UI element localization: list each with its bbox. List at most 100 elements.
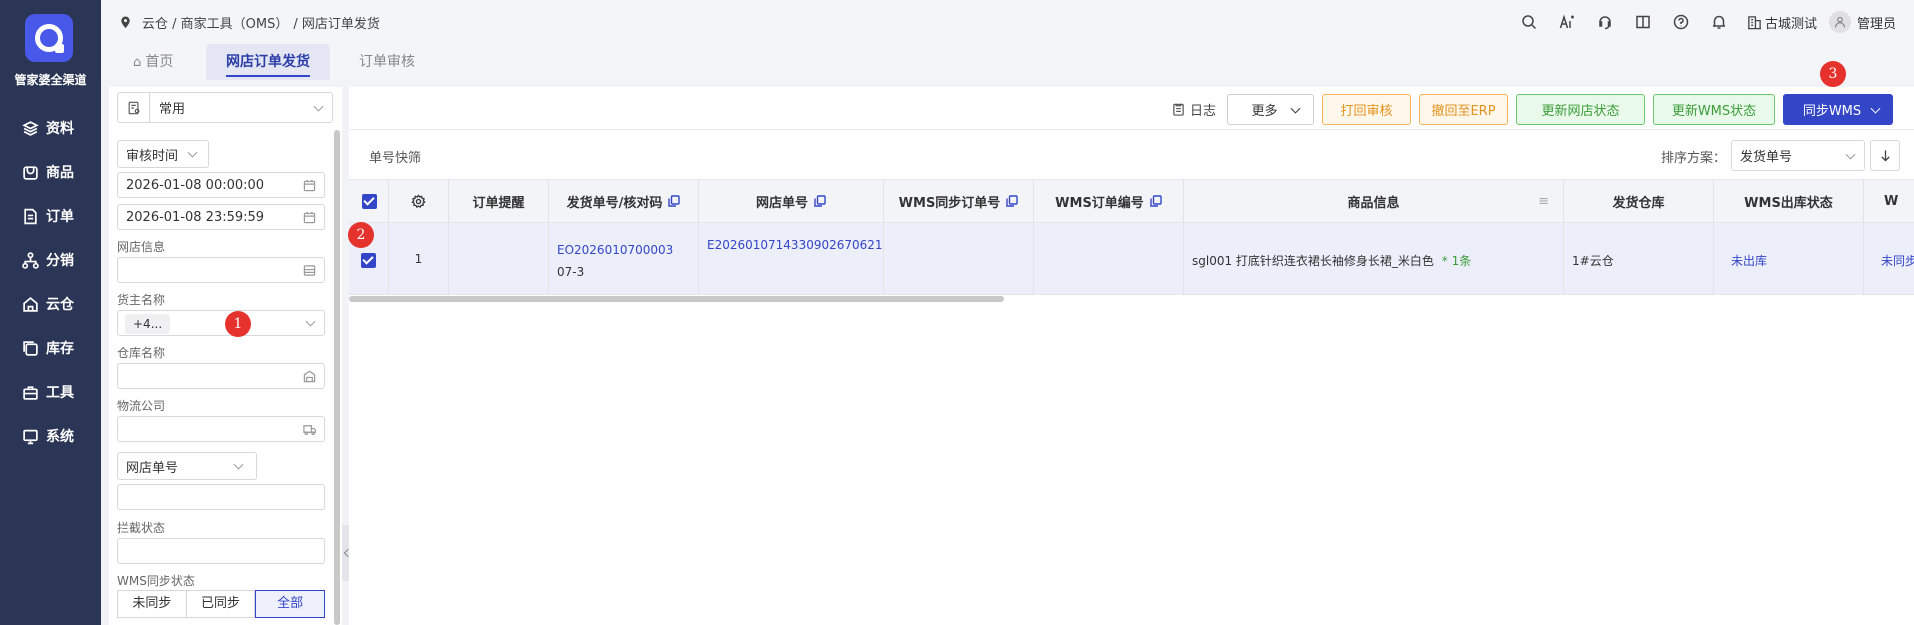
copy-icon[interactable]: [814, 195, 826, 207]
row-index: 1: [389, 223, 449, 294]
book-icon[interactable]: [1635, 14, 1651, 30]
menu-icon[interactable]: ≡: [1538, 194, 1549, 209]
goods-count: * 1条: [1441, 254, 1472, 268]
log-button[interactable]: 日志: [1165, 94, 1223, 125]
nav-item-data[interactable]: 资料: [0, 110, 101, 146]
select-all-checkbox[interactable]: [362, 194, 377, 209]
revoke-to-erp-button[interactable]: 撤回至ERP: [1419, 94, 1508, 125]
shop-switcher[interactable]: 古城测试: [1747, 13, 1817, 32]
warehouse-input[interactable]: [117, 363, 325, 389]
calendar-icon: [303, 179, 316, 192]
order-number-input[interactable]: [117, 484, 325, 510]
header-settings-cell: [389, 180, 449, 222]
chevron-down-icon: [313, 101, 324, 112]
tab-label: 网店订单发货: [226, 54, 310, 70]
wms-sync-option-synced[interactable]: 已同步: [186, 590, 256, 618]
start-time-value: 2026-01-08 00:00:00: [126, 178, 265, 193]
header-warehouse[interactable]: 发货仓库: [1564, 180, 1714, 222]
avatar[interactable]: [1828, 11, 1851, 33]
nav-item-inventory[interactable]: 库存: [0, 330, 101, 366]
warehouse-value: 1#云仓: [1572, 254, 1614, 268]
row-warehouse-cell: 1#云仓: [1564, 223, 1714, 294]
logistics-input[interactable]: [117, 416, 325, 442]
bell-icon[interactable]: [1711, 14, 1727, 30]
order-type-value: 网店单号: [126, 460, 179, 476]
goods-info: sgl001 打底针织连衣裙长袖修身长裙_米白色 * 1条: [1192, 252, 1471, 269]
return-review-button[interactable]: 打回审核: [1322, 94, 1411, 125]
shop-no-link[interactable]: E20260107143309026706215: [707, 238, 883, 252]
chevron-down-icon: [1845, 149, 1856, 160]
header-wms-order-no[interactable]: WMS订单编号: [1034, 180, 1184, 222]
header-shop-no[interactable]: 网店单号: [699, 180, 884, 222]
headset-icon[interactable]: [1597, 14, 1613, 30]
nav-item-system[interactable]: 系统: [0, 418, 101, 454]
nav-item-label: 资料: [46, 121, 74, 137]
sort-direction-button[interactable]: [1870, 140, 1900, 171]
delivery-no-link[interactable]: EO2026010700003: [557, 243, 673, 257]
app-logo[interactable]: [25, 14, 73, 62]
copy-icon[interactable]: [1006, 195, 1019, 207]
top-bar: 云仓 / 商家工具（OMS） / 网店订单发货 古城测试 管理员: [101, 0, 1914, 44]
user-name[interactable]: 管理员: [1857, 13, 1896, 32]
sort-scheme-select[interactable]: 发货单号: [1731, 140, 1865, 171]
sync-wms-button[interactable]: 同步WMS: [1783, 94, 1893, 125]
calendar-icon: [303, 211, 316, 224]
wms-sync-toggle: 未同步 已同步 全部: [117, 590, 326, 618]
shop-info-input[interactable]: [117, 257, 325, 283]
chevron-down-icon: [305, 316, 316, 327]
header-wms-sync-no[interactable]: WMS同步订单号: [884, 180, 1034, 222]
intercept-label: 拦截状态: [117, 521, 166, 535]
nav-item-goods[interactable]: 商品: [0, 154, 101, 190]
owner-select[interactable]: +4...: [117, 310, 325, 336]
header-goods[interactable]: 商品信息 ≡: [1184, 180, 1564, 222]
wms-out-status[interactable]: 未出库: [1731, 252, 1767, 269]
cloud-warehouse-icon: [23, 296, 38, 312]
annotation-badge-1: 1: [225, 311, 251, 337]
layers-icon: [22, 120, 39, 136]
sync-wms-label: 同步WMS: [1802, 104, 1862, 119]
update-shop-status-button[interactable]: 更新网店状态: [1516, 94, 1645, 125]
toolbox-icon: [23, 385, 38, 400]
header-delivery-no[interactable]: 发货单号/核对码: [549, 180, 699, 222]
logistics-label: 物流公司: [117, 399, 166, 413]
header-next[interactable]: W: [1864, 180, 1914, 222]
copy-icon[interactable]: [668, 195, 681, 207]
table-row[interactable]: 1 EO2026010700003 07-3 E2026010714330902…: [349, 223, 1914, 295]
row-checkbox[interactable]: [361, 253, 376, 268]
gear-icon[interactable]: [411, 193, 426, 209]
wms-sync-option-unsynced[interactable]: 未同步: [117, 590, 187, 618]
end-time-input[interactable]: 2026-01-08 23:59:59: [117, 204, 325, 230]
nav-item-orders[interactable]: 订单: [0, 198, 101, 234]
nav-item-distribution[interactable]: 分销: [0, 242, 101, 278]
header-reminder[interactable]: 订单提醒: [449, 180, 549, 222]
search-icon[interactable]: [1521, 14, 1537, 30]
copy-icon[interactable]: [1150, 195, 1162, 207]
tab-home[interactable]: ⌂ 首页: [133, 44, 173, 80]
wms-sync-option-all[interactable]: 全部: [255, 590, 326, 618]
tab-shop-order-delivery[interactable]: 网店订单发货: [206, 44, 330, 80]
filter-scheme-select[interactable]: 常用: [117, 92, 333, 123]
breadcrumb-path[interactable]: 云仓 / 商家工具（OMS）: [142, 13, 288, 32]
filter-scrollbar[interactable]: [334, 130, 340, 625]
more-button[interactable]: 更多: [1227, 94, 1314, 125]
chevron-down-icon: [1870, 103, 1881, 114]
time-type-select[interactable]: 审核时间: [117, 140, 209, 168]
next-status[interactable]: 未同步: [1881, 252, 1914, 269]
header-wms-out-status[interactable]: WMS出库状态: [1714, 180, 1864, 222]
header-label: 发货仓库: [1612, 195, 1665, 211]
list-settings-icon: [128, 101, 139, 114]
table-horizontal-scrollbar[interactable]: [349, 296, 1004, 302]
intercept-input[interactable]: [117, 538, 325, 564]
order-type-select[interactable]: 网店单号: [117, 452, 257, 480]
breadcrumb-current: / 网店订单发货: [293, 17, 380, 32]
ai-icon[interactable]: [1559, 14, 1575, 30]
tab-label: 订单审核: [359, 54, 415, 70]
nav-item-cloud-warehouse[interactable]: 云仓: [0, 286, 101, 322]
help-icon[interactable]: [1673, 14, 1689, 30]
update-wms-status-button[interactable]: 更新WMS状态: [1653, 94, 1775, 125]
tab-order-review[interactable]: 订单审核: [359, 44, 415, 80]
quick-filter-label[interactable]: 单号快筛: [369, 147, 421, 166]
start-time-input[interactable]: 2026-01-08 00:00:00: [117, 172, 325, 198]
nav-item-tools[interactable]: 工具: [0, 374, 101, 410]
owner-label: 货主名称: [117, 293, 166, 307]
